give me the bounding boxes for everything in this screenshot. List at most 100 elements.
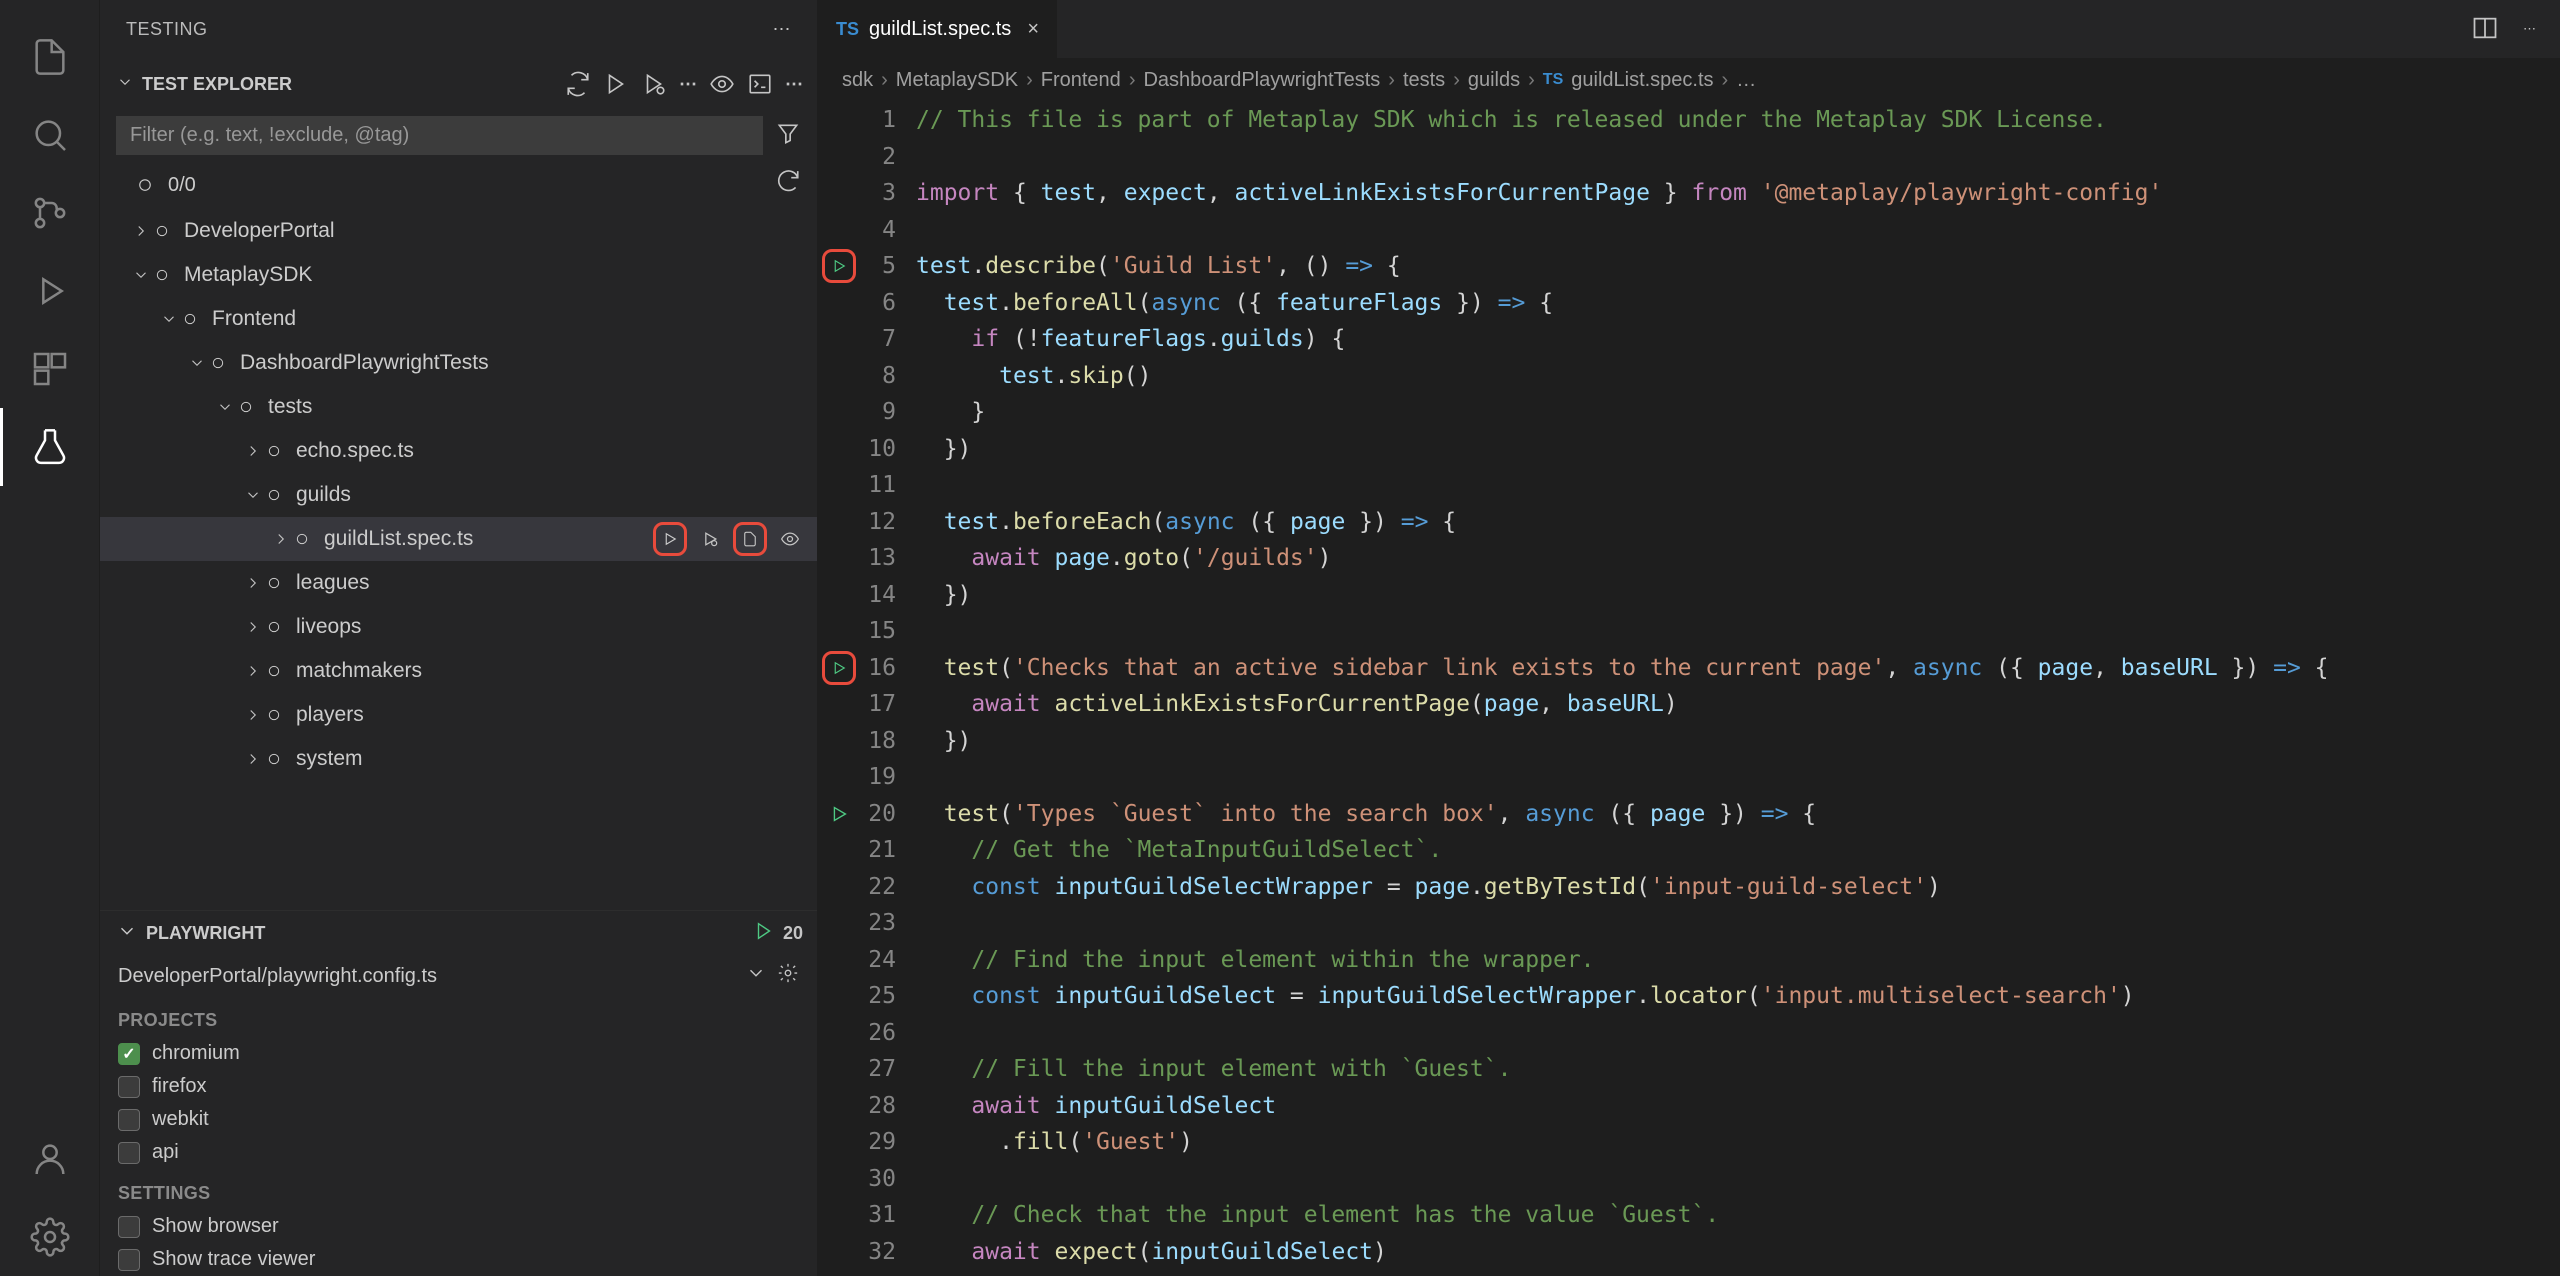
- breadcrumbs[interactable]: sdk › MetaplaySDK › Frontend › DashboardPlaywr…: [818, 58, 2560, 102]
- breadcrumb-segment[interactable]: tests: [1403, 69, 1445, 92]
- breadcrumb-segment[interactable]: …: [1736, 69, 1756, 92]
- terminal-icon[interactable]: [747, 71, 773, 97]
- run-test-gutter-icon[interactable]: [822, 797, 856, 831]
- split-editor-icon[interactable]: [2471, 14, 2499, 45]
- tree-item-guilds[interactable]: guilds: [100, 473, 817, 517]
- chevron-right-icon[interactable]: [268, 530, 294, 548]
- status-circle-icon: [266, 443, 282, 459]
- editor-more-icon[interactable]: ⋯: [2523, 21, 2536, 37]
- tree-item-players[interactable]: players: [100, 693, 817, 737]
- project-api[interactable]: api: [100, 1136, 817, 1169]
- project-webkit[interactable]: webkit: [100, 1103, 817, 1136]
- chevron-right-icon[interactable]: [240, 442, 266, 460]
- tree-item-tests[interactable]: tests: [100, 385, 817, 429]
- chevron-right-icon: ›: [1722, 69, 1729, 92]
- tab-bar: TS guildList.spec.ts × ⋯: [818, 0, 2560, 58]
- activity-testing[interactable]: [0, 408, 99, 486]
- code-lines[interactable]: // This file is part of Metaplay SDK whi…: [916, 102, 2560, 1276]
- breadcrumb-segment[interactable]: MetaplaySDK: [896, 69, 1018, 92]
- tree-item-guildlist-spec-ts[interactable]: guildList.spec.ts: [100, 517, 817, 561]
- chevron-down-icon[interactable]: [212, 398, 238, 416]
- filter-icon[interactable]: [775, 121, 801, 150]
- playwright-config-row[interactable]: DeveloperPortal/playwright.config.ts: [100, 956, 817, 996]
- chevron-right-icon[interactable]: [240, 574, 266, 592]
- status-circle-icon: [154, 267, 170, 283]
- goto-test-icon[interactable]: [733, 522, 767, 556]
- activity-run-debug[interactable]: [0, 252, 99, 330]
- chevron-right-icon: ›: [1388, 69, 1395, 92]
- refresh-count-icon[interactable]: [775, 169, 801, 201]
- chevron-down-icon[interactable]: [156, 310, 182, 328]
- activity-explorer[interactable]: [0, 18, 99, 96]
- tree-item-liveops[interactable]: liveops: [100, 605, 817, 649]
- filter-row: [100, 110, 817, 161]
- tree-item-system[interactable]: system: [100, 737, 817, 781]
- checkbox[interactable]: [118, 1109, 140, 1131]
- chevron-down-icon[interactable]: [128, 266, 154, 284]
- chevron-right-icon[interactable]: [128, 222, 154, 240]
- test-explorer-header[interactable]: TEST EXPLORER ⋯ ⋯: [100, 58, 817, 110]
- tree-item-label: system: [296, 747, 807, 771]
- run-test-gutter-icon[interactable]: [822, 249, 856, 283]
- run-test-gutter-icon[interactable]: [822, 651, 856, 685]
- checkbox[interactable]: [118, 1249, 140, 1271]
- activity-search[interactable]: [0, 96, 99, 174]
- test-explorer-title: TEST EXPLORER: [142, 74, 565, 95]
- tree-item-frontend[interactable]: Frontend: [100, 297, 817, 341]
- playwright-run-icon[interactable]: [753, 920, 775, 947]
- debug-test-icon[interactable]: [693, 522, 727, 556]
- filter-input[interactable]: [116, 116, 763, 155]
- activity-source-control[interactable]: [0, 174, 99, 252]
- sidebar-title: TESTING: [126, 19, 773, 40]
- gear-icon[interactable]: [777, 962, 799, 990]
- code-area[interactable]: 1234567891011121314151617181920212223242…: [818, 102, 2560, 1276]
- playwright-line-count: 20: [783, 923, 803, 944]
- chevron-right-icon[interactable]: [240, 662, 266, 680]
- breadcrumb-segment[interactable]: guildList.spec.ts: [1571, 69, 1713, 92]
- checkbox[interactable]: [118, 1216, 140, 1238]
- run-all-icon[interactable]: [603, 71, 629, 97]
- activity-settings[interactable]: [0, 1198, 99, 1276]
- close-icon[interactable]: ×: [1027, 18, 1039, 41]
- typescript-icon: TS: [1543, 71, 1563, 89]
- breadcrumb-segment[interactable]: sdk: [842, 69, 873, 92]
- setting-show-trace-viewer[interactable]: Show trace viewer: [100, 1243, 817, 1276]
- chevron-right-icon[interactable]: [240, 618, 266, 636]
- tree-item-developerportal[interactable]: DeveloperPortal: [100, 209, 817, 253]
- breadcrumb-segment[interactable]: Frontend: [1041, 69, 1121, 92]
- reveal-icon[interactable]: [773, 522, 807, 556]
- project-label: api: [152, 1141, 179, 1164]
- more-icon[interactable]: ⋯: [785, 71, 803, 97]
- tab-guildlist[interactable]: TS guildList.spec.ts ×: [818, 0, 1058, 58]
- chevron-down-icon[interactable]: [184, 354, 210, 372]
- breadcrumb-segment[interactable]: DashboardPlaywrightTests: [1143, 69, 1380, 92]
- setting-show-browser[interactable]: Show browser: [100, 1210, 817, 1243]
- chevron-right-icon[interactable]: [240, 706, 266, 724]
- playwright-config-path: DeveloperPortal/playwright.config.ts: [118, 965, 745, 988]
- playwright-header[interactable]: PLAYWRIGHT 20: [100, 910, 817, 956]
- show-output-icon[interactable]: [709, 71, 735, 97]
- chevron-right-icon: ›: [1129, 69, 1136, 92]
- project-chromium[interactable]: chromium: [100, 1037, 817, 1070]
- more-actions-chevron[interactable]: ⋯: [679, 71, 697, 97]
- chevron-down-icon[interactable]: [240, 486, 266, 504]
- checkbox[interactable]: [118, 1142, 140, 1164]
- tree-item-metaplaysdk[interactable]: MetaplaySDK: [100, 253, 817, 297]
- breadcrumb-segment[interactable]: guilds: [1468, 69, 1520, 92]
- chevron-right-icon[interactable]: [240, 750, 266, 768]
- sidebar-more-icon[interactable]: ⋯: [773, 19, 792, 40]
- tree-item-matchmakers[interactable]: matchmakers: [100, 649, 817, 693]
- run-test-icon[interactable]: [653, 522, 687, 556]
- activity-extensions[interactable]: [0, 330, 99, 408]
- refresh-tests-icon[interactable]: [565, 71, 591, 97]
- chevron-down-icon[interactable]: [745, 962, 767, 990]
- tree-item-dashboardplaywrighttests[interactable]: DashboardPlaywrightTests: [100, 341, 817, 385]
- debug-tests-icon[interactable]: [641, 71, 667, 97]
- checkbox[interactable]: [118, 1043, 140, 1065]
- setting-label: Show browser: [152, 1215, 279, 1238]
- activity-accounts[interactable]: [0, 1120, 99, 1198]
- tree-item-leagues[interactable]: leagues: [100, 561, 817, 605]
- project-firefox[interactable]: firefox: [100, 1070, 817, 1103]
- tree-item-echo-spec-ts[interactable]: echo.spec.ts: [100, 429, 817, 473]
- checkbox[interactable]: [118, 1076, 140, 1098]
